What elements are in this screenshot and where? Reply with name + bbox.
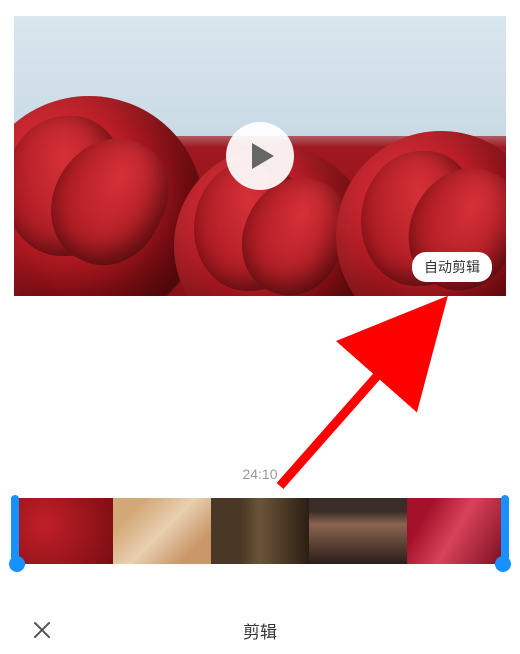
timeline-strip[interactable] — [15, 498, 505, 564]
close-icon — [32, 620, 52, 640]
auto-edit-button[interactable]: 自动剪辑 — [412, 252, 492, 282]
timeline-thumb[interactable] — [309, 498, 407, 564]
timeline-thumb[interactable] — [113, 498, 211, 564]
video-preview: 自动剪辑 — [14, 16, 506, 296]
trim-handle-right[interactable] — [495, 556, 511, 572]
play-button[interactable] — [226, 122, 294, 190]
play-icon — [250, 141, 276, 171]
auto-edit-label: 自动剪辑 — [424, 259, 480, 275]
close-button[interactable] — [24, 612, 60, 648]
timeline-thumb[interactable] — [407, 498, 505, 564]
page-title: 剪辑 — [243, 618, 277, 643]
trim-handle-left[interactable] — [9, 556, 25, 572]
timeline-thumb[interactable] — [211, 498, 309, 564]
duration-label: 24:10 — [0, 466, 520, 482]
timeline-thumb[interactable] — [15, 498, 113, 564]
timeline[interactable] — [15, 498, 505, 564]
bottom-bar: 剪辑 — [0, 612, 520, 648]
